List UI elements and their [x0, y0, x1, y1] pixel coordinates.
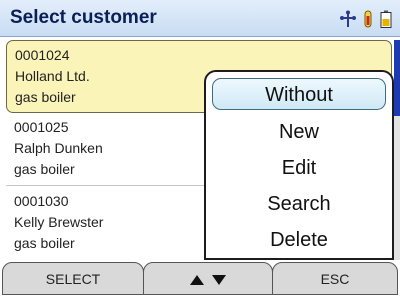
select-softkey[interactable]: SELECT	[2, 262, 144, 295]
status-icons	[340, 9, 392, 29]
customer-type: gas boiler	[15, 89, 76, 105]
device-screen: Select customer 0001024 Holland Ltd. gas…	[0, 0, 400, 295]
tree-icon	[340, 10, 356, 28]
arrow-up-icon	[190, 264, 204, 296]
battery-icon	[380, 10, 392, 28]
header-bar: Select customer	[0, 0, 400, 37]
esc-softkey[interactable]: ESC	[272, 262, 398, 295]
customer-name: Holland Ltd.	[15, 68, 90, 84]
customer-type: gas boiler	[14, 161, 75, 177]
customer-id: 0001030	[14, 193, 69, 209]
menu-item-without[interactable]: Without	[212, 78, 386, 110]
customer-id: 0001024	[15, 47, 70, 63]
arrow-down-icon	[212, 264, 226, 296]
menu-item-search[interactable]: Search	[206, 186, 392, 222]
menu-item-new[interactable]: New	[206, 114, 392, 150]
menu-item-delete[interactable]: Delete	[206, 222, 392, 258]
softkey-bar: SELECT ESC	[0, 262, 400, 295]
customer-name: Ralph Dunken	[14, 140, 103, 156]
context-menu: Without New Edit Search Delete	[204, 70, 394, 260]
thermometer-icon	[362, 10, 374, 28]
menu-item-edit[interactable]: Edit	[206, 150, 392, 186]
page-title: Select customer	[10, 7, 157, 28]
scrollbar-thumb[interactable]	[394, 40, 400, 116]
customer-type: gas boiler	[14, 235, 75, 251]
arrows-softkey[interactable]	[143, 262, 273, 295]
customer-name: Kelly Brewster	[14, 214, 104, 230]
customer-id: 0001025	[14, 119, 69, 135]
